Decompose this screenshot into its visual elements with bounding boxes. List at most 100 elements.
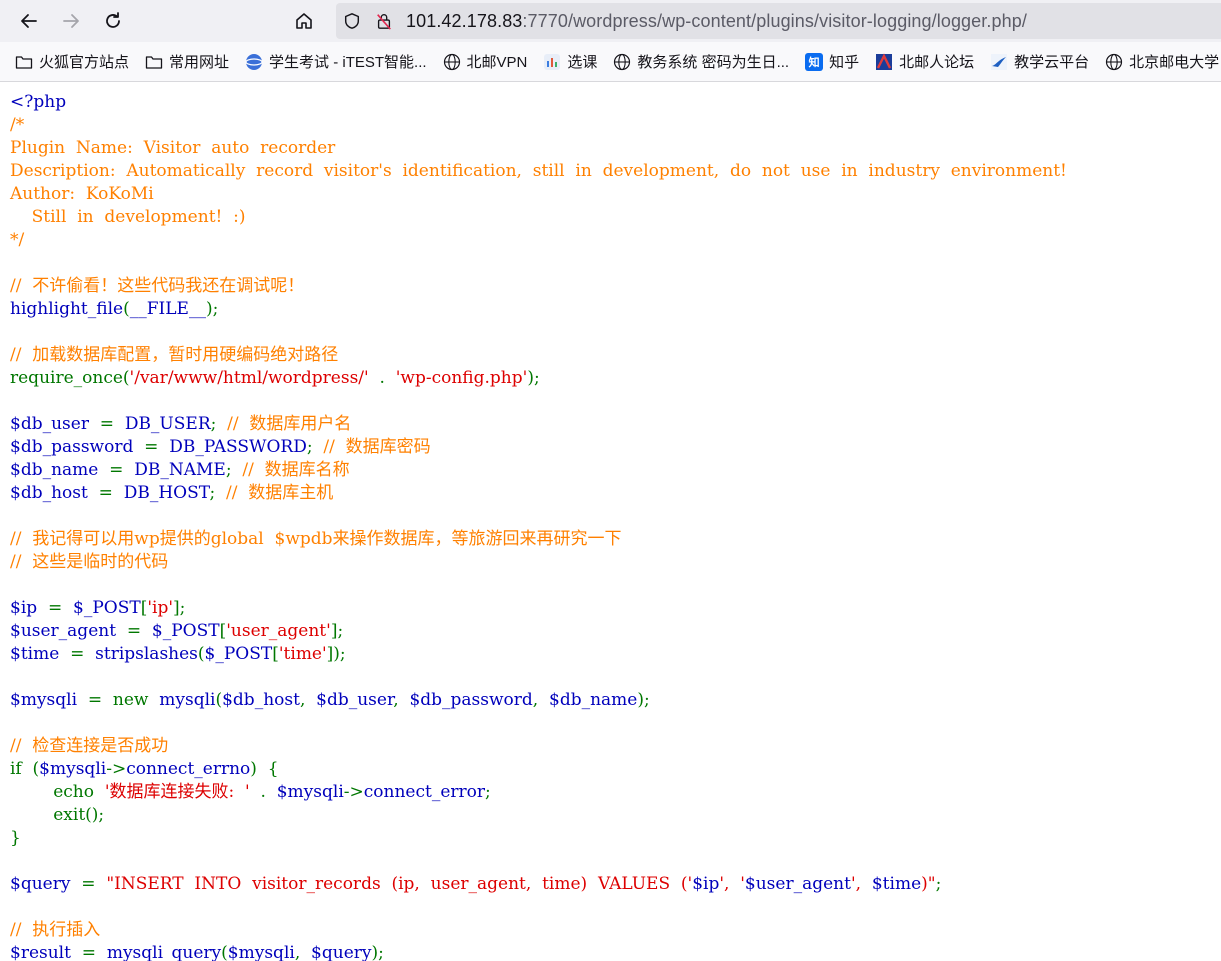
bookmark-academic-system[interactable]: 教务系统 密码为生日... <box>604 42 796 81</box>
code-token: $query <box>10 874 82 894</box>
code-token: . <box>260 782 277 802</box>
bookmark-byr-forum[interactable]: 北邮人论坛 <box>866 42 981 81</box>
url-text[interactable]: 101.42.178.83:7770/wordpress/wp-content/… <box>406 11 1027 32</box>
reload-button[interactable] <box>92 0 134 42</box>
bookmark-bupt[interactable]: 北京邮电大学 <box>1096 42 1221 81</box>
bookmark-course-selection[interactable]: 选课 <box>534 42 604 81</box>
code-token: $db_user <box>316 690 394 710</box>
bookmarks-toolbar: 火狐官方站点 常用网址 学生考试 - iTEST智能... 北邮VPN 选课 教… <box>0 42 1221 82</box>
code-token: = new <box>87 690 160 710</box>
code-token: -> <box>106 759 127 779</box>
address-bar[interactable]: 101.42.178.83:7770/wordpress/wp-content/… <box>336 3 1221 39</box>
code-token: echo <box>10 782 105 802</box>
bookmark-itest[interactable]: 学生考试 - iTEST智能... <box>236 42 434 81</box>
back-button[interactable] <box>8 0 50 42</box>
code-token: $_POST <box>73 598 141 618</box>
home-button[interactable] <box>283 0 325 42</box>
code-token: DB_PASSWORD <box>169 437 307 457</box>
code-token: 'ip' <box>147 598 174 618</box>
bookmark-teaching-cloud[interactable]: 教学云平台 <box>981 42 1096 81</box>
code-token: $_POST <box>204 644 273 664</box>
code-token: = <box>47 598 74 618</box>
globe-icon <box>1104 52 1124 72</box>
code-token: // 我记得可以用wp提供的global $wpdb来操作数据库，等旅游回来再研… <box>10 529 622 549</box>
tracking-protection-button[interactable] <box>336 3 368 39</box>
code-token: 'wp-config.php' <box>395 368 528 388</box>
code-line: $db_user = DB_USER; // 数据库用户名 <box>10 413 1221 436</box>
bookmark-label: 教学云平台 <box>1014 54 1090 71</box>
code-line: <?php <box>10 91 1221 114</box>
code-token: // 加载数据库配置，暂时用硬编码绝对路径 <box>10 345 339 365</box>
code-token: ', ' <box>719 874 745 894</box>
bookmark-common-sites[interactable]: 常用网址 <box>136 42 236 81</box>
bookmark-firefox-official[interactable]: 火狐官方站点 <box>0 42 136 81</box>
code-token: ; <box>935 874 942 894</box>
code-token: // 数据库密码 <box>323 437 431 457</box>
code-line: $db_password = DB_PASSWORD; // 数据库密码 <box>10 436 1221 459</box>
code-token: __FILE__ <box>129 299 206 319</box>
code-token: 'user_agent' <box>226 621 331 641</box>
bookmark-label: 常用网址 <box>169 54 230 71</box>
code-token: $time <box>871 874 922 894</box>
code-token: $mysqli <box>227 943 295 961</box>
code-token: highlight_file <box>10 299 124 319</box>
code-token: $db_name <box>10 460 110 480</box>
code-token: <?php <box>10 92 67 112</box>
code-line: $result = mysqli_query($mysqli, $query); <box>10 942 1221 961</box>
code-token: ); <box>637 690 650 710</box>
code-token: $db_name <box>549 690 638 710</box>
code-line: echo '数据库连接失败: ' . $mysqli->connect_erro… <box>10 781 1221 804</box>
code-line: highlight_file(__FILE__); <box>10 298 1221 321</box>
code-line: Author: KoKoMi <box>10 183 1221 206</box>
bookmark-label: 学生考试 - iTEST智能... <box>269 54 427 71</box>
code-token: $_POST <box>151 621 220 641</box>
code-line: // 检查连接是否成功 <box>10 735 1221 758</box>
code-token: = <box>70 644 96 664</box>
code-token: ( <box>221 943 228 961</box>
code-token: , <box>393 690 410 710</box>
bookmark-label: 火狐官方站点 <box>39 54 130 71</box>
code-line: $db_name = DB_NAME; // 数据库名称 <box>10 459 1221 482</box>
code-token: $query <box>311 943 372 961</box>
globe-icon <box>612 52 632 72</box>
bookmark-bupt-vpn[interactable]: 北邮VPN <box>434 42 535 81</box>
code-token: $result <box>10 943 82 961</box>
code-token: // 数据库主机 <box>226 483 334 503</box>
home-icon <box>296 13 312 29</box>
globe-icon <box>442 52 462 72</box>
reload-icon <box>106 12 120 28</box>
code-line: /* <box>10 114 1221 137</box>
forward-button[interactable] <box>50 0 92 42</box>
code-token: stripslashes <box>95 644 198 664</box>
code-token: exit(); <box>10 805 105 825</box>
code-token: $db_host <box>222 690 300 710</box>
browser-toolbar: 101.42.178.83:7770/wordpress/wp-content/… <box>0 0 1221 42</box>
code-token: // 数据库名称 <box>242 460 350 480</box>
code-line: // 我记得可以用wp提供的global $wpdb来操作数据库，等旅游回来再研… <box>10 528 1221 551</box>
code-token: $ip <box>692 874 720 894</box>
back-arrow-icon <box>21 14 37 28</box>
code-token: $user_agent <box>744 874 851 894</box>
bookmark-label: 北邮VPN <box>466 54 528 71</box>
code-token: ; <box>210 414 228 434</box>
bookmark-zhihu[interactable]: 知 知乎 <box>796 42 866 81</box>
code-token: = <box>109 460 135 480</box>
code-line: // 不许偷看！这些代码我还在调试呢！ <box>10 275 1221 298</box>
url-host: 101.42.178.83 <box>406 10 523 31</box>
xuanke-favicon-icon <box>542 52 562 72</box>
code-token: = <box>98 483 124 503</box>
bookmark-label: 选课 <box>567 54 598 71</box>
folder-icon <box>144 52 164 72</box>
code-token: $mysqli <box>39 759 107 779</box>
site-info-button[interactable] <box>368 3 400 39</box>
code-token: mysqli_query <box>106 943 222 961</box>
code-line: Still in development! :) <box>10 206 1221 229</box>
byr-favicon-icon <box>874 52 894 72</box>
code-line: $mysqli = new mysqli($db_host, $db_user,… <box>10 689 1221 712</box>
code-line: require_once('/var/www/html/wordpress/' … <box>10 367 1221 390</box>
cloud-favicon-icon <box>989 52 1009 72</box>
code-line: // 这些是临时的代码 <box>10 551 1221 574</box>
